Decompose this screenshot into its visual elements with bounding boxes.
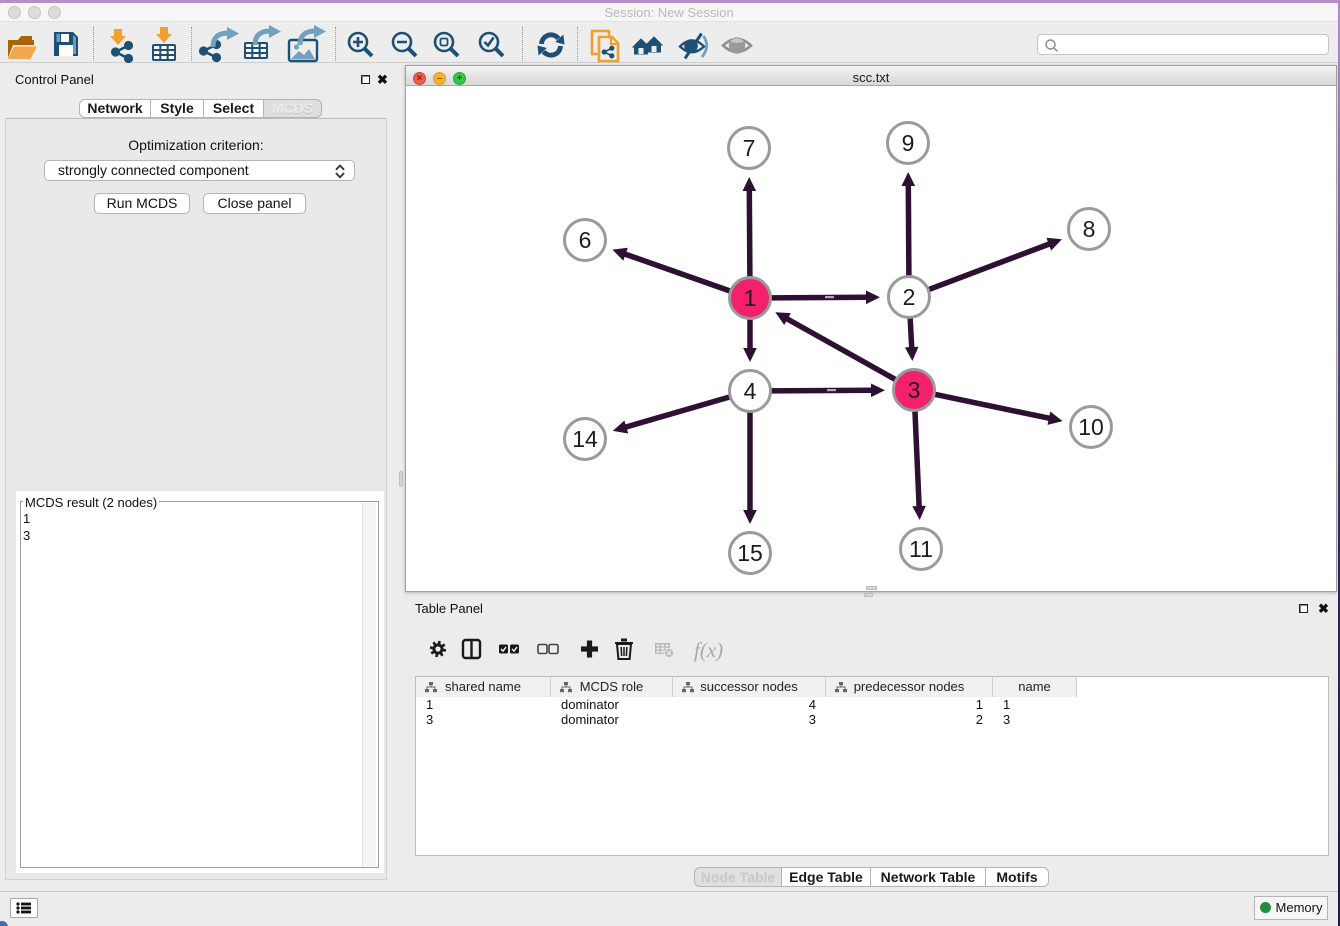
svg-text:11: 11 (909, 536, 933, 562)
svg-text:3: 3 (908, 377, 921, 403)
svg-text:f(x): f(x) (694, 638, 723, 662)
svg-text:7: 7 (743, 135, 756, 161)
svg-text:9: 9 (902, 130, 915, 156)
svg-text:1: 1 (744, 285, 757, 311)
svg-text:4: 4 (744, 378, 757, 404)
svg-text:15: 15 (737, 540, 763, 566)
svg-text:2: 2 (903, 284, 916, 310)
svg-text:6: 6 (579, 227, 592, 253)
svg-text:8: 8 (1083, 216, 1096, 242)
svg-text:10: 10 (1078, 414, 1104, 440)
svg-text:14: 14 (572, 426, 598, 452)
